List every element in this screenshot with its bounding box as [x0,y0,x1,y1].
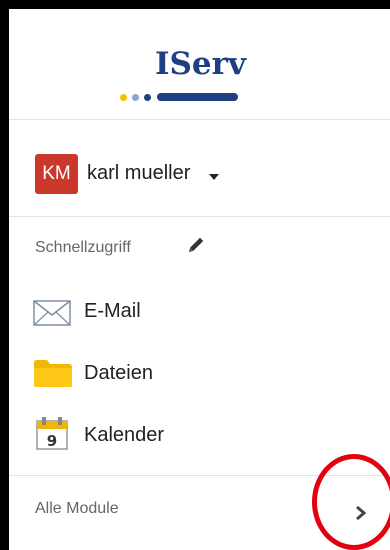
caret-down-icon[interactable] [209,174,219,180]
calendar-day: 9 [47,432,57,450]
folder-icon [34,360,72,387]
nav-item-label: E-Mail [84,300,141,322]
logo-area[interactable]: IServ [9,9,390,120]
pencil-icon[interactable] [185,234,207,256]
logo-dot-yellow [120,94,127,101]
nav-item-label: Dateien [84,362,153,384]
nav-item-email[interactable]: E-Mail [9,287,390,339]
logo-dot-lightblue [132,94,139,101]
quick-access-label: Schnellzugriff [35,239,131,256]
logo-underline [157,93,238,101]
nav-item-label: Kalender [84,424,165,446]
logo-dot-darkblue [144,94,151,101]
highlight-circle [312,454,390,550]
envelope-icon [33,300,71,326]
user-name[interactable]: karl mueller [87,162,190,185]
iserv-logo[interactable]: IServ [155,49,246,80]
all-modules-label: Alle Module [35,500,119,517]
nav-item-files[interactable]: Dateien [9,349,390,401]
calendar-icon: 9 [36,417,68,450]
avatar[interactable]: KM [35,154,78,194]
navigation-panel: IServ KM karl mueller Schnellzugriff E-M… [9,9,390,550]
nav-item-calendar[interactable]: 9 Kalender [9,411,390,463]
